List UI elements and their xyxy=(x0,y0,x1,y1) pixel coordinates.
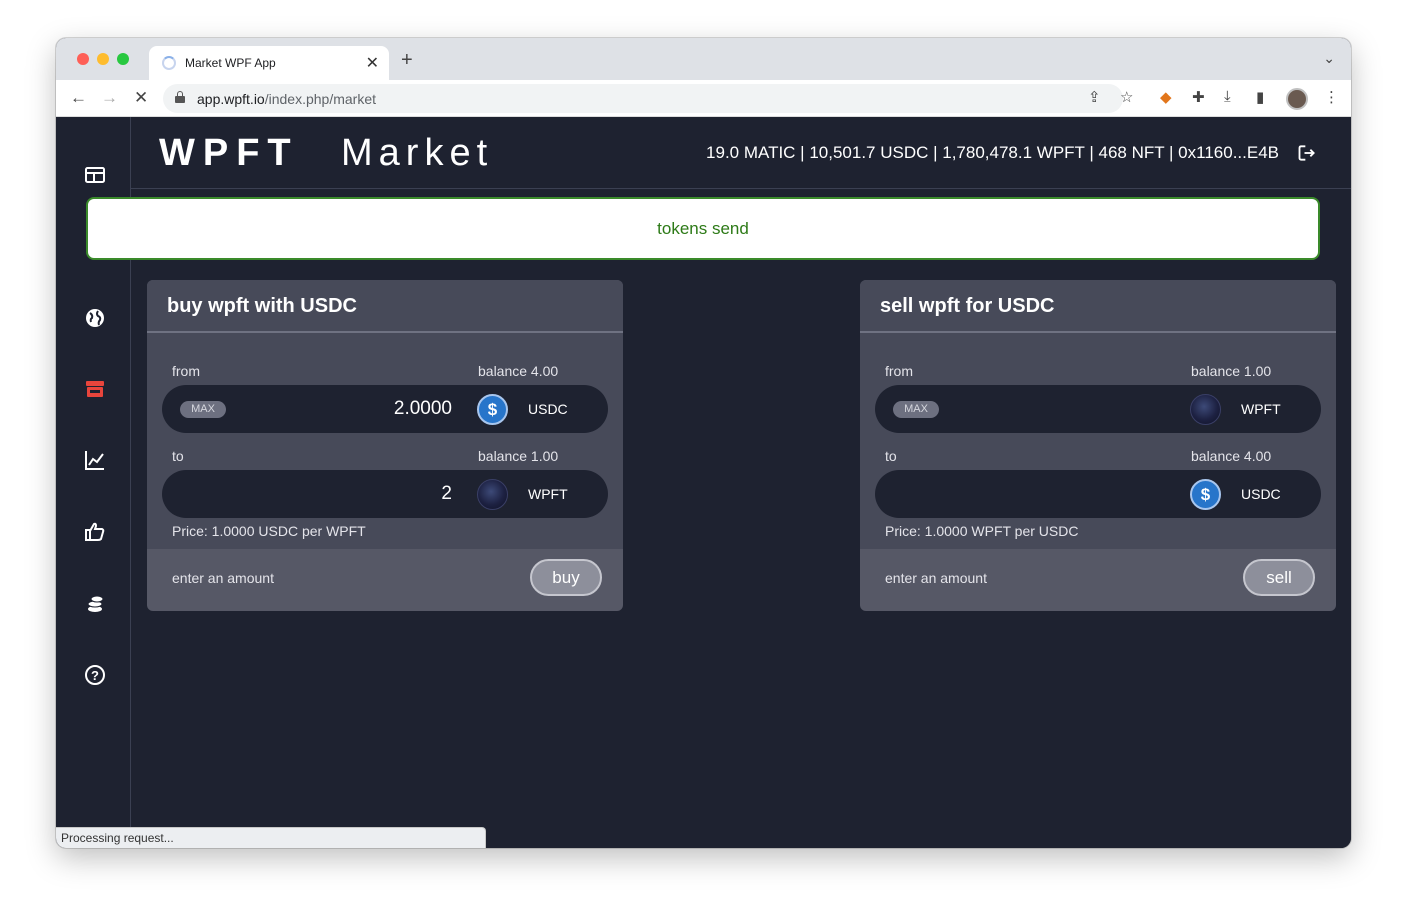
browser-status-bar: Processing request... xyxy=(56,827,486,848)
buy-max-button[interactable]: MAX xyxy=(180,401,226,418)
dashboard-icon[interactable] xyxy=(83,163,107,187)
tab-search-chevron-icon[interactable]: ⌄ xyxy=(1323,50,1335,67)
sell-panel-header: sell wpft for USDC xyxy=(860,280,1336,333)
logout-icon[interactable] xyxy=(1297,143,1317,163)
sell-from-balance: balance 1.00 xyxy=(1191,363,1272,379)
sell-to-token[interactable]: USDC xyxy=(1241,486,1281,502)
buy-price-text: Price: 1.0000 USDC per WPFT xyxy=(172,523,366,539)
buy-from-amount-input[interactable]: 2.0000 xyxy=(394,398,452,420)
buy-button[interactable]: buy xyxy=(530,559,602,596)
buy-to-field[interactable]: 2 WPFT xyxy=(162,470,608,518)
sell-to-field[interactable]: $ USDC xyxy=(875,470,1321,518)
maximize-window-button[interactable] xyxy=(117,53,129,65)
profile-avatar[interactable] xyxy=(1286,88,1308,110)
tab-title: Market WPF App xyxy=(185,56,276,70)
sell-panel-title: sell wpft for USDC xyxy=(880,295,1055,317)
usdc-coin-icon: $ xyxy=(477,394,508,425)
app-root: ? WPFT Market 19.0 MATIC | 10,501.7 USDC… xyxy=(56,117,1351,848)
svg-text:?: ? xyxy=(91,668,99,683)
close-window-button[interactable] xyxy=(77,53,89,65)
buy-panel: buy wpft with USDC from balance 4.00 MAX… xyxy=(147,280,623,611)
status-text: Processing request... xyxy=(61,831,174,845)
buy-from-balance: balance 4.00 xyxy=(478,363,559,379)
buy-to-label: to xyxy=(172,448,184,464)
help-icon[interactable]: ? xyxy=(83,663,107,687)
download-icon[interactable]: ⤓ xyxy=(1224,88,1231,105)
sell-to-balance: balance 4.00 xyxy=(1191,448,1272,464)
buy-panel-footer: enter an amount buy xyxy=(147,549,623,611)
forward-arrow-icon[interactable]: → xyxy=(101,88,118,108)
buy-panel-title: buy wpft with USDC xyxy=(167,295,357,317)
sell-hint-text: enter an amount xyxy=(885,570,987,586)
buy-panel-body: from balance 4.00 MAX 2.0000 $ USDC to b… xyxy=(147,333,623,549)
notice-text: tokens send xyxy=(657,219,749,238)
page-title: Market xyxy=(341,132,494,174)
usdc-coin-icon: $ xyxy=(1190,479,1221,510)
chart-icon[interactable] xyxy=(83,448,107,472)
kebab-menu-icon[interactable]: ⋮ xyxy=(1324,88,1339,106)
lock-icon xyxy=(175,91,185,103)
coins-icon[interactable] xyxy=(83,591,107,615)
tab-bar: Market WPF App ✕ + ⌄ xyxy=(56,38,1351,80)
new-tab-button[interactable]: + xyxy=(401,49,413,72)
sell-panel-footer: enter an amount sell xyxy=(860,549,1336,611)
buy-from-field[interactable]: MAX 2.0000 $ USDC xyxy=(162,385,608,433)
thumbs-up-icon[interactable] xyxy=(83,520,107,544)
success-notice: tokens send xyxy=(86,197,1320,260)
sell-from-label: from xyxy=(885,363,913,379)
brand-logo[interactable]: WPFT xyxy=(159,132,299,175)
wpft-coin-icon xyxy=(477,479,508,510)
stop-loading-icon[interactable]: ✕ xyxy=(134,88,148,108)
buy-from-label: from xyxy=(172,363,200,379)
browser-window: Market WPF App ✕ + ⌄ ← → ✕ app.wpft.io/i… xyxy=(56,38,1351,848)
url-path: /index.php/market xyxy=(264,91,377,107)
tab-close-icon[interactable]: ✕ xyxy=(366,53,379,73)
buy-to-token[interactable]: WPFT xyxy=(528,486,568,502)
store-icon[interactable] xyxy=(83,377,107,401)
sell-from-field[interactable]: MAX WPFT xyxy=(875,385,1321,433)
buy-panel-header: buy wpft with USDC xyxy=(147,280,623,333)
buy-to-balance: balance 1.00 xyxy=(478,448,559,464)
wallet-balances: 19.0 MATIC | 10,501.7 USDC | 1,780,478.1… xyxy=(706,143,1279,162)
loading-spinner-icon xyxy=(162,56,176,70)
side-panel-icon[interactable]: ▮ xyxy=(1256,88,1264,106)
share-icon[interactable]: ⇪ xyxy=(1088,88,1101,106)
browser-tab[interactable]: Market WPF App ✕ xyxy=(149,46,389,80)
url-text[interactable]: app.wpft.io/index.php/market xyxy=(197,91,376,107)
back-arrow-icon[interactable]: ← xyxy=(70,88,87,108)
minimize-window-button[interactable] xyxy=(97,53,109,65)
browser-toolbar: ← → ✕ app.wpft.io/index.php/market ⇪ ☆ ◆… xyxy=(56,80,1351,117)
sell-button[interactable]: sell xyxy=(1243,559,1315,596)
url-host: app.wpft.io xyxy=(197,91,265,107)
bookmark-star-icon[interactable]: ☆ xyxy=(1120,88,1133,106)
metamask-fox-icon[interactable]: ◆ xyxy=(1160,88,1172,106)
globe-icon[interactable] xyxy=(83,306,107,330)
buy-to-amount-input[interactable]: 2 xyxy=(441,483,452,505)
sell-panel-body: from balance 1.00 MAX WPFT to balance 4.… xyxy=(860,333,1336,549)
extensions-puzzle-icon[interactable]: ✚ xyxy=(1192,88,1205,106)
sell-panel: sell wpft for USDC from balance 1.00 MAX… xyxy=(860,280,1336,611)
app-header: WPFT Market 19.0 MATIC | 10,501.7 USDC |… xyxy=(131,117,1351,189)
address-bar[interactable]: app.wpft.io/index.php/market xyxy=(163,84,1123,113)
wpft-coin-icon xyxy=(1190,394,1221,425)
sell-to-label: to xyxy=(885,448,897,464)
sell-max-button[interactable]: MAX xyxy=(893,401,939,418)
sell-from-token[interactable]: WPFT xyxy=(1241,401,1281,417)
buy-hint-text: enter an amount xyxy=(172,570,274,586)
buy-from-token[interactable]: USDC xyxy=(528,401,568,417)
sell-price-text: Price: 1.0000 WPFT per USDC xyxy=(885,523,1079,539)
